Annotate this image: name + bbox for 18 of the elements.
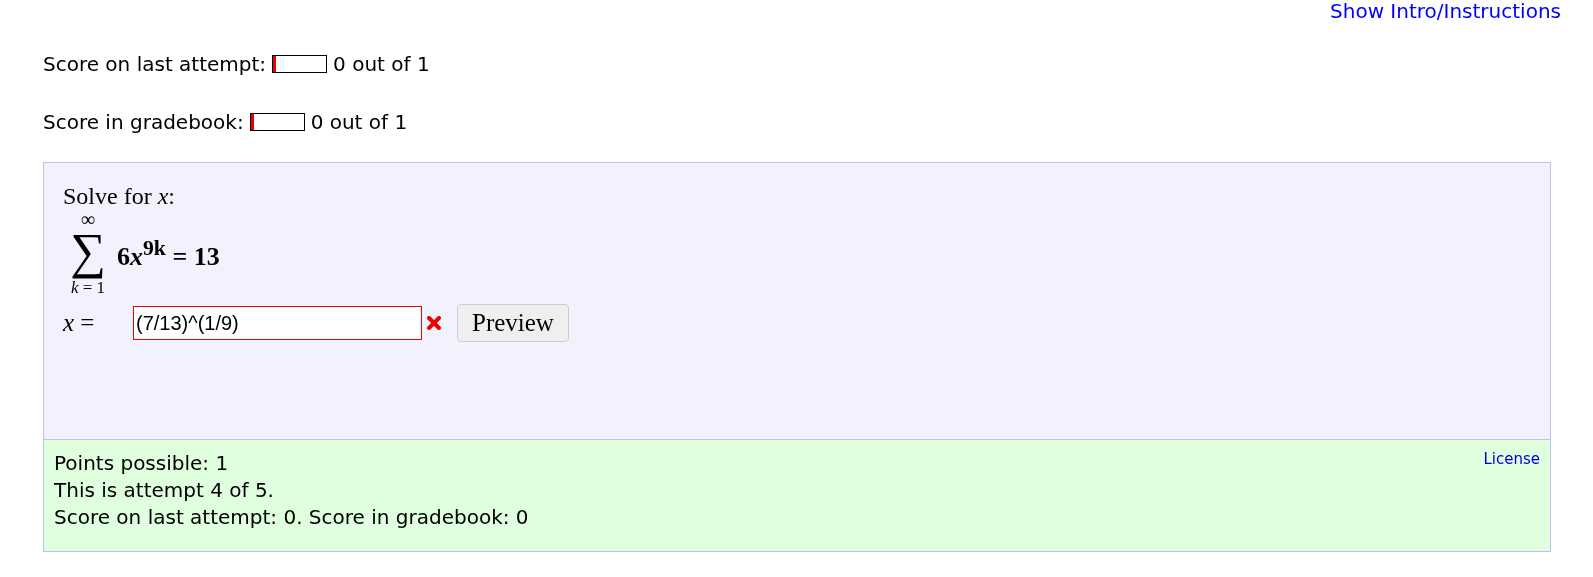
- score-value: 0 out of 1: [310, 110, 408, 134]
- sum-lower-limit: k = 1: [70, 278, 106, 298]
- info-line: Score on last attempt: 0. Score in gradebook: 0: [54, 504, 529, 531]
- answer-field[interactable]: (7/13)^(1/9): [133, 306, 422, 340]
- info-line: Points possible: 1: [54, 450, 230, 477]
- score-label: Score on last attempt:: [43, 52, 267, 76]
- license-link[interactable]: License: [1483, 450, 1540, 541]
- answer-label: x =: [63, 309, 96, 337]
- incorrect-icon: [427, 316, 441, 330]
- score-bar: [249, 113, 305, 131]
- info-line: This is attempt 4 of 5.: [54, 477, 275, 504]
- intro-link[interactable]: Show Intro/Instructions: [1330, 0, 1561, 24]
- score-label: Score in gradebook:: [43, 110, 244, 134]
- score-value: 0 out of 1: [333, 52, 430, 76]
- preview-button[interactable]: Preview: [457, 304, 569, 342]
- score-bar: [272, 55, 328, 73]
- sum-term: 6x$^{9k}$ = 13: [117, 236, 220, 272]
- question-prompt: Solve for x:: [63, 183, 176, 210]
